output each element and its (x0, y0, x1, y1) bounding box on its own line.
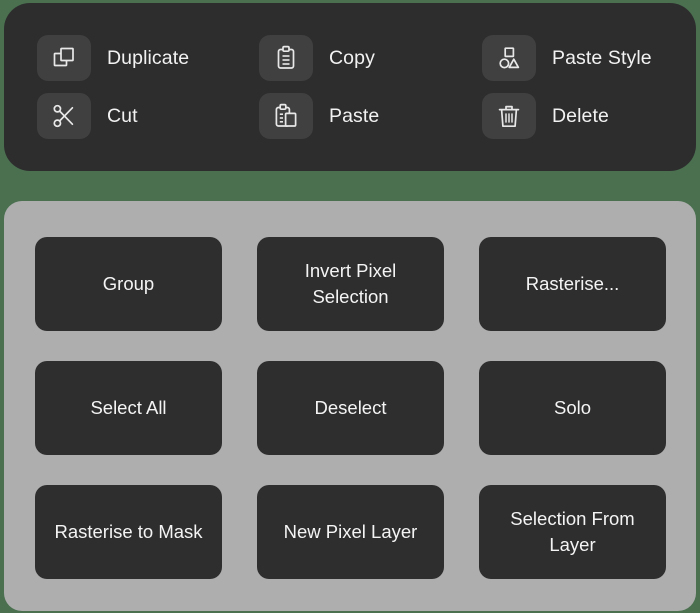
action-button-selection-from-layer[interactable]: Selection From Layer (479, 485, 666, 579)
menu-item-paste[interactable]: Paste (259, 93, 482, 139)
actions-grid: Group Invert Pixel Selection Rasterise..… (4, 201, 696, 611)
menu-item-delete[interactable]: Delete (482, 93, 700, 139)
action-button-group[interactable]: Group (35, 237, 222, 331)
scissors-icon (37, 93, 91, 139)
menu-item-label: Copy (329, 46, 375, 69)
menu-item-copy[interactable]: Copy (259, 35, 482, 81)
action-button-deselect[interactable]: Deselect (257, 361, 444, 455)
menu-item-label: Duplicate (107, 46, 190, 69)
menu-item-label: Paste (329, 104, 380, 127)
shapes-paste-style-icon (482, 35, 536, 81)
action-button-rasterise[interactable]: Rasterise... (479, 237, 666, 331)
actions-panel: Group Invert Pixel Selection Rasterise..… (4, 201, 696, 611)
menu-item-label: Paste Style (552, 46, 652, 69)
menu-item-duplicate[interactable]: Duplicate (37, 35, 259, 81)
action-button-rasterise-to-mask[interactable]: Rasterise to Mask (35, 485, 222, 579)
context-menu-grid: Duplicate Copy Paste Style Cut Paste Del… (4, 3, 696, 171)
action-button-select-all[interactable]: Select All (35, 361, 222, 455)
action-button-solo[interactable]: Solo (479, 361, 666, 455)
action-button-new-pixel-layer[interactable]: New Pixel Layer (257, 485, 444, 579)
clipboard-paste-icon (259, 93, 313, 139)
clipboard-copy-icon (259, 35, 313, 81)
menu-item-label: Delete (552, 104, 609, 127)
menu-item-label: Cut (107, 104, 138, 127)
menu-item-cut[interactable]: Cut (37, 93, 259, 139)
action-button-invert-pixel-selection[interactable]: Invert Pixel Selection (257, 237, 444, 331)
context-menu-panel: Duplicate Copy Paste Style Cut Paste Del… (4, 3, 696, 171)
trash-icon (482, 93, 536, 139)
duplicate-icon (37, 35, 91, 81)
menu-item-paste-style[interactable]: Paste Style (482, 35, 700, 81)
